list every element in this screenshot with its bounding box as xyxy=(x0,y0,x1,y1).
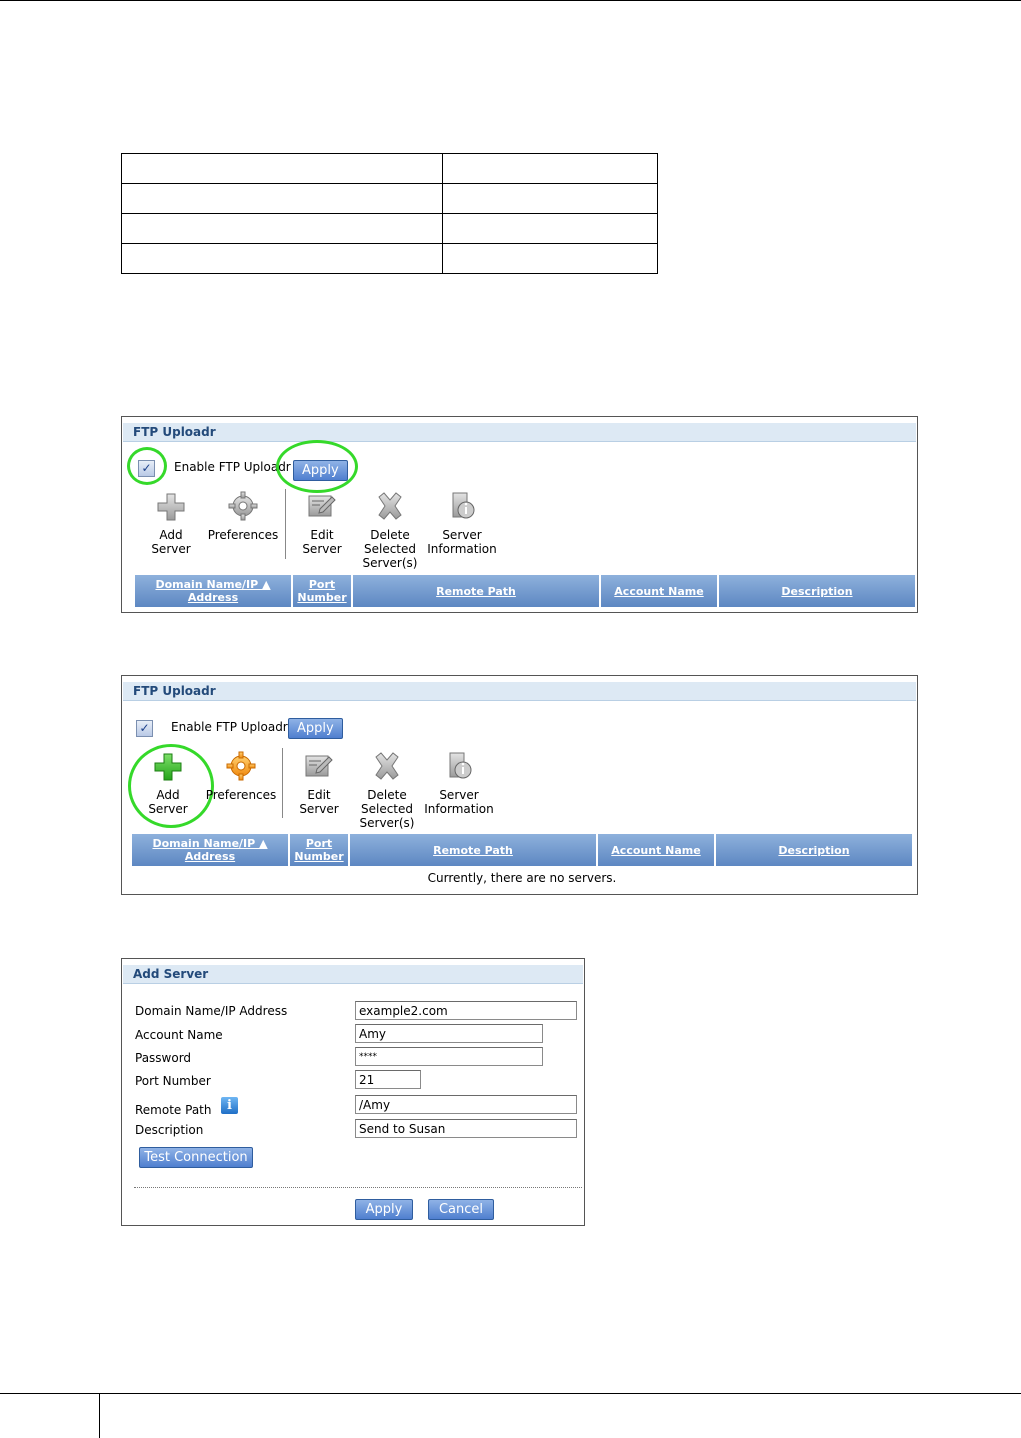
table-row xyxy=(121,243,658,274)
enable-label: Enable FTP Uploadr xyxy=(174,460,291,474)
add-server-button[interactable]: Add Server xyxy=(142,491,200,556)
info-icon[interactable]: i xyxy=(221,1097,238,1114)
domain-input[interactable]: example2.com xyxy=(355,1001,577,1020)
preferences-label: Preferences xyxy=(205,788,277,802)
password-input[interactable]: **** xyxy=(355,1047,543,1066)
server-info-button[interactable]: Server Information xyxy=(426,491,498,556)
table-row xyxy=(121,183,658,214)
preferences-label: Preferences xyxy=(207,528,279,542)
server-table-header: Domain Name/IP ▲ Address Port Number Rem… xyxy=(132,834,912,866)
column-account-name[interactable]: Account Name xyxy=(598,834,716,866)
info-icon xyxy=(452,492,475,519)
account-name-label: Account Name xyxy=(135,1028,223,1042)
ftp-uploadr-panel-1: FTP Uploadr ✓ Enable FTP Uploadr Apply A… xyxy=(121,416,918,613)
edit-icon xyxy=(308,495,336,517)
cancel-button[interactable]: Cancel xyxy=(428,1199,494,1220)
delete-server-button[interactable]: Delete Selected Server(s) xyxy=(355,751,419,830)
account-name-input[interactable]: Amy xyxy=(355,1024,543,1043)
description-label: Description xyxy=(135,1123,204,1137)
port-number-input[interactable]: 21 xyxy=(355,1070,421,1089)
gear-icon xyxy=(226,751,256,781)
port-number-label: Port Number xyxy=(135,1074,211,1088)
column-description[interactable]: Description xyxy=(716,834,912,866)
delete-server-label: Delete Selected Server(s) xyxy=(359,788,415,830)
apply-button[interactable]: Apply xyxy=(355,1199,413,1220)
gear-icon xyxy=(228,491,258,521)
column-port[interactable]: Port Number xyxy=(290,834,350,866)
edit-icon xyxy=(305,755,333,777)
column-remote-path[interactable]: Remote Path xyxy=(350,834,598,866)
edit-server-button[interactable]: Edit Server xyxy=(293,491,351,556)
edit-server-label: Edit Server xyxy=(299,788,339,816)
column-account-name[interactable]: Account Name xyxy=(601,575,719,607)
column-remote-path[interactable]: Remote Path xyxy=(353,575,601,607)
info-icon xyxy=(449,752,472,779)
delete-server-label: Delete Selected Server(s) xyxy=(362,528,418,570)
add-server-panel: Add Server Domain Name/IP Address exampl… xyxy=(121,958,585,1226)
enable-label: Enable FTP Uploadr xyxy=(171,720,288,734)
table-row xyxy=(121,153,658,184)
panel-title: Add Server xyxy=(123,965,583,984)
highlight-circle xyxy=(127,447,167,485)
remote-path-label: Remote Path xyxy=(135,1103,212,1117)
divider xyxy=(134,1187,582,1188)
remote-path-input[interactable]: /Amy xyxy=(355,1095,577,1114)
ftp-uploadr-panel-2: FTP Uploadr ✓ Enable FTP Uploadr Apply A… xyxy=(121,675,918,895)
column-domain[interactable]: Domain Name/IP ▲ Address xyxy=(135,575,293,607)
password-label: Password xyxy=(135,1051,192,1065)
column-domain[interactable]: Domain Name/IP ▲ Address xyxy=(132,834,290,866)
server-info-button[interactable]: Server Information xyxy=(423,751,495,816)
edit-server-button[interactable]: Edit Server xyxy=(290,751,348,816)
preferences-button[interactable]: Preferences xyxy=(204,491,282,542)
delete-server-button[interactable]: Delete Selected Server(s) xyxy=(358,491,422,570)
apply-button[interactable]: Apply xyxy=(288,718,343,739)
description-input[interactable]: Send to Susan xyxy=(355,1119,577,1138)
page-number-box xyxy=(0,1393,100,1438)
header-rule xyxy=(0,0,1021,1)
doc-table xyxy=(121,153,658,274)
add-server-label: Add Server xyxy=(151,528,191,556)
empty-message: Currently, there are no servers. xyxy=(427,871,617,885)
domain-label: Domain Name/IP Address xyxy=(135,1004,288,1018)
preferences-button[interactable]: Preferences xyxy=(202,751,280,802)
delete-icon xyxy=(378,492,402,520)
highlight-circle xyxy=(276,440,358,493)
test-connection-button[interactable]: Test Connection xyxy=(139,1147,253,1168)
add-server-icon xyxy=(157,493,185,521)
delete-icon xyxy=(375,752,399,780)
server-info-label: Server Information xyxy=(427,528,497,556)
column-port[interactable]: Port Number xyxy=(293,575,353,607)
enable-checkbox[interactable]: ✓ xyxy=(136,720,153,737)
edit-server-label: Edit Server xyxy=(302,528,342,556)
panel-title: FTP Uploadr xyxy=(123,423,916,442)
server-info-label: Server Information xyxy=(424,788,494,816)
toolbar-divider xyxy=(285,489,286,559)
footer-rule xyxy=(100,1393,1021,1394)
table-row xyxy=(121,213,658,244)
column-description[interactable]: Description xyxy=(719,575,915,607)
panel-title: FTP Uploadr xyxy=(123,682,916,701)
server-table-header: Domain Name/IP ▲ Address Port Number Rem… xyxy=(135,575,915,607)
toolbar-divider xyxy=(282,748,283,818)
